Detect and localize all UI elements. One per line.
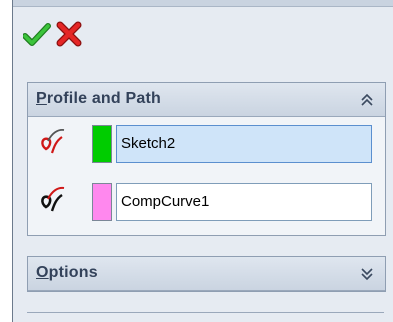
double-chevron-down-icon[interactable] (359, 265, 375, 283)
path-row: CompCurve1 (28, 181, 385, 221)
options-header[interactable]: Options (28, 257, 385, 291)
profile-and-path-section: Profile and Path Sketch2 CompCurve1 (27, 82, 386, 236)
x-icon (56, 21, 82, 47)
profile-and-path-header[interactable]: Profile and Path (28, 83, 385, 117)
profile-and-path-title: Profile and Path (36, 90, 161, 107)
profile-selection-icon (41, 128, 65, 154)
options-section: Options (27, 256, 386, 292)
ok-button[interactable] (22, 22, 51, 48)
profile-row: Sketch2 (28, 123, 385, 163)
double-chevron-up-icon[interactable] (359, 91, 375, 109)
panel-top-edge (13, 0, 393, 7)
profile-color-swatch (92, 125, 112, 163)
property-manager-panel: Profile and Path Sketch2 CompCurve1 Opti… (12, 0, 393, 322)
path-color-swatch (92, 183, 112, 221)
check-icon (22, 23, 51, 46)
cancel-button[interactable] (55, 20, 83, 48)
path-selection-icon (41, 186, 65, 212)
options-title: Options (36, 264, 98, 281)
path-selection-field[interactable]: CompCurve1 (116, 183, 372, 221)
profile-selection-field[interactable]: Sketch2 (116, 125, 372, 163)
next-section-edge (27, 312, 384, 313)
